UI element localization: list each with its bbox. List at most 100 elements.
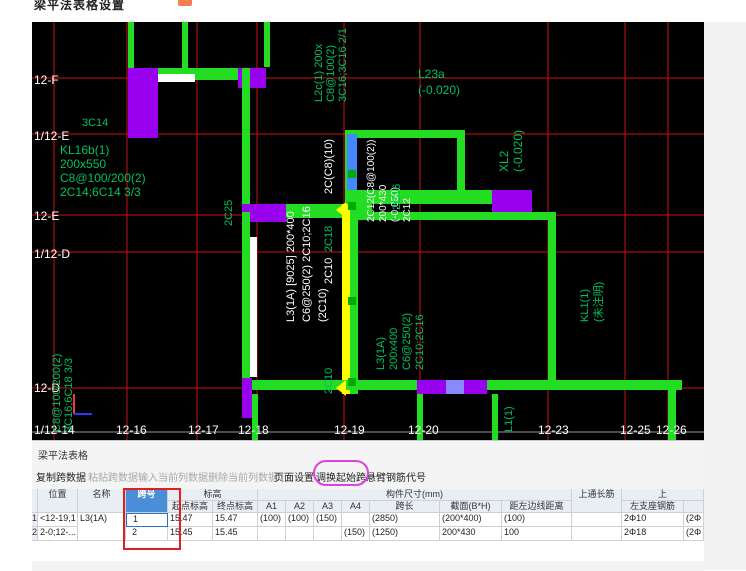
kl1-text: KL1(1) xyxy=(579,289,591,322)
cell-edge[interactable]: (100) xyxy=(502,513,572,527)
cell-start[interactable]: 15.47 xyxy=(168,513,213,527)
cell-extra[interactable]: (2Φ xyxy=(684,513,704,527)
toolbar-button-4[interactable]: 页面设置 xyxy=(274,469,314,484)
cell-a2[interactable]: (100) xyxy=(286,513,314,527)
xl2-text: XL2 xyxy=(497,150,511,172)
l3-long-text: L3(1A) [9025] 200*400 xyxy=(285,211,297,322)
cell-a1[interactable] xyxy=(258,527,286,541)
cell-a3[interactable]: (150) xyxy=(314,513,342,527)
cell-end[interactable]: 15.47 xyxy=(213,513,258,527)
l2c-text: C8@100(2) xyxy=(325,45,337,102)
cell-span[interactable]: 1 xyxy=(126,513,168,527)
panel-toolbar: 复制跨数据 粘贴跨数据 输入当前列数据 删除当前列数据 页面设置 调换起始跨 悬臂钢筋代号 xyxy=(32,469,704,485)
cell-top[interactable] xyxy=(572,513,622,527)
beam-segment xyxy=(242,212,250,392)
beam-segment xyxy=(182,22,188,68)
l12c-text: 2C12(C8@100(2)) xyxy=(366,140,377,222)
toolbar-button-5[interactable]: 调换起始跨 xyxy=(316,469,366,484)
axis-label-left: 1/12-E xyxy=(34,129,69,143)
beam-segment xyxy=(492,394,498,440)
axis-label-left: 12-E xyxy=(34,209,59,223)
cell-position[interactable]: <12-19,1 xyxy=(38,513,78,527)
span-marker xyxy=(348,297,356,305)
span-marker xyxy=(348,170,356,178)
right-scroll-area[interactable] xyxy=(704,22,746,570)
header-extra xyxy=(684,501,704,513)
kl1-text: (未注明) xyxy=(591,282,605,322)
cell-name[interactable]: L3(1A) xyxy=(78,513,126,541)
l23a-text: L23a xyxy=(418,67,445,81)
header-elevation-group: 标高 xyxy=(168,489,258,501)
beam-segment xyxy=(548,212,556,388)
kl16b-text: C8@100/200(2) xyxy=(60,171,146,185)
axis-label-bottom: 12-19 xyxy=(334,423,365,437)
cell-a2[interactable] xyxy=(286,527,314,541)
badge-icon xyxy=(178,0,192,6)
header-end-elev: 终点标高 xyxy=(213,501,258,513)
cell-section[interactable]: (200*400) xyxy=(440,513,502,527)
header-section: 截面(B*H) xyxy=(440,501,502,513)
l3-short-text: 2C10;2C16 xyxy=(414,314,426,370)
misc-beam-text: 2C(C8)(10) xyxy=(323,139,335,194)
l2c-text: L2c(1) 200x xyxy=(313,43,325,102)
toolbar-button-6[interactable]: 悬臂钢筋代号 xyxy=(366,469,426,484)
header-left-support: 左支座钢筋 xyxy=(622,501,684,513)
toolbar-button-2[interactable]: 输入当前列数据 xyxy=(138,469,208,484)
kl16b-text: 2C14;6C14 3/3 xyxy=(60,185,141,199)
header-a1: A1 xyxy=(258,501,286,513)
cell-section[interactable]: 200*430 xyxy=(440,527,502,541)
left-gutter xyxy=(0,22,32,570)
cell-left[interactable]: 2Φ10 xyxy=(622,513,684,527)
header-position: 位置 xyxy=(38,489,78,513)
l3-short-text: 200x400 xyxy=(388,328,400,370)
l12c-text: 200*430 xyxy=(378,184,389,222)
cad-svg: 12-F1/12-E12-E1/12-D12-D1/12-14 12-16 12-1… xyxy=(32,22,704,440)
cell-end[interactable]: 15.45 xyxy=(213,527,258,541)
toolbar-button-0[interactable]: 复制跨数据 xyxy=(36,469,86,484)
cell-a4[interactable]: (150) xyxy=(342,527,370,541)
cell-len[interactable]: (2850) xyxy=(370,513,440,527)
kl16b-text: KL16b(1) xyxy=(60,143,109,157)
axis-label-bottom: 12-26 xyxy=(656,423,687,437)
cell-a1[interactable]: (100) xyxy=(258,513,286,527)
misc-beam-text: 2C10 xyxy=(323,368,335,394)
cell-extra[interactable]: (2Φ xyxy=(684,527,704,541)
xl2-text: (-0.020) xyxy=(511,130,525,172)
l3-short-text: C6@250(2) xyxy=(401,313,413,370)
header-a4: A4 xyxy=(342,501,370,513)
l23a-text: (-0.020) xyxy=(418,83,460,97)
cad-drawing-canvas[interactable]: 12-F 1/12-E 12-E 1/12-D 12-D 1/12-14 12-16 12-1… xyxy=(32,22,704,440)
misc-beam-text: 2C16 xyxy=(391,184,403,210)
misc-beam-text: C8@100/200(2) xyxy=(51,354,63,432)
beam-table: 位置 名称 跨号 标高 起点标高 终点标高 构件尺寸(mm) A1 A2 A3 A4 跨长 截面(B*H… xyxy=(32,489,704,561)
cell-a4[interactable] xyxy=(342,513,370,527)
header-right-group: 上 xyxy=(622,489,704,501)
cell-position[interactable]: 2-0;12-... xyxy=(38,527,78,541)
toolbar-button-3[interactable]: 删除当前列数据 xyxy=(208,469,278,484)
beam-segment xyxy=(446,380,464,394)
axis-label-bottom: 12-18 xyxy=(238,423,269,437)
span-marker xyxy=(348,202,356,210)
cell-start[interactable]: 15.45 xyxy=(168,527,213,541)
misc-beam-text: 3C16;6C18 3/3 xyxy=(63,358,75,432)
beam-segment xyxy=(128,22,134,68)
axis-label-bottom: 12-16 xyxy=(116,423,147,437)
header-edge_dist: 距左边线距离 xyxy=(502,501,572,513)
misc-beam-text: L1(1) xyxy=(503,406,515,432)
l3-long-text: C6@250(2) 2C10;2C16 xyxy=(301,206,313,322)
beam-segment xyxy=(242,378,252,418)
cell-span[interactable]: 2 xyxy=(126,527,168,541)
cell-edge[interactable]: 100 xyxy=(502,527,572,541)
beam-segment xyxy=(345,130,465,138)
toolbar-button-1[interactable]: 粘贴跨数据 xyxy=(88,469,138,484)
l3-short-text: L3(1A) xyxy=(375,337,387,370)
cell-len[interactable]: (1250) xyxy=(370,527,440,541)
cell-top[interactable] xyxy=(572,527,622,541)
axis-label-bottom: 12-25 xyxy=(620,423,651,437)
header-span[interactable]: 跨号 xyxy=(126,489,168,513)
axis-label-bottom: 12-20 xyxy=(408,423,439,437)
cell-left[interactable]: 2Φ18 xyxy=(622,527,684,541)
cell-a3[interactable] xyxy=(314,527,342,541)
title-strip: 梁平法表格设置 xyxy=(0,0,746,22)
axis-label-left: 12-F xyxy=(34,73,59,87)
